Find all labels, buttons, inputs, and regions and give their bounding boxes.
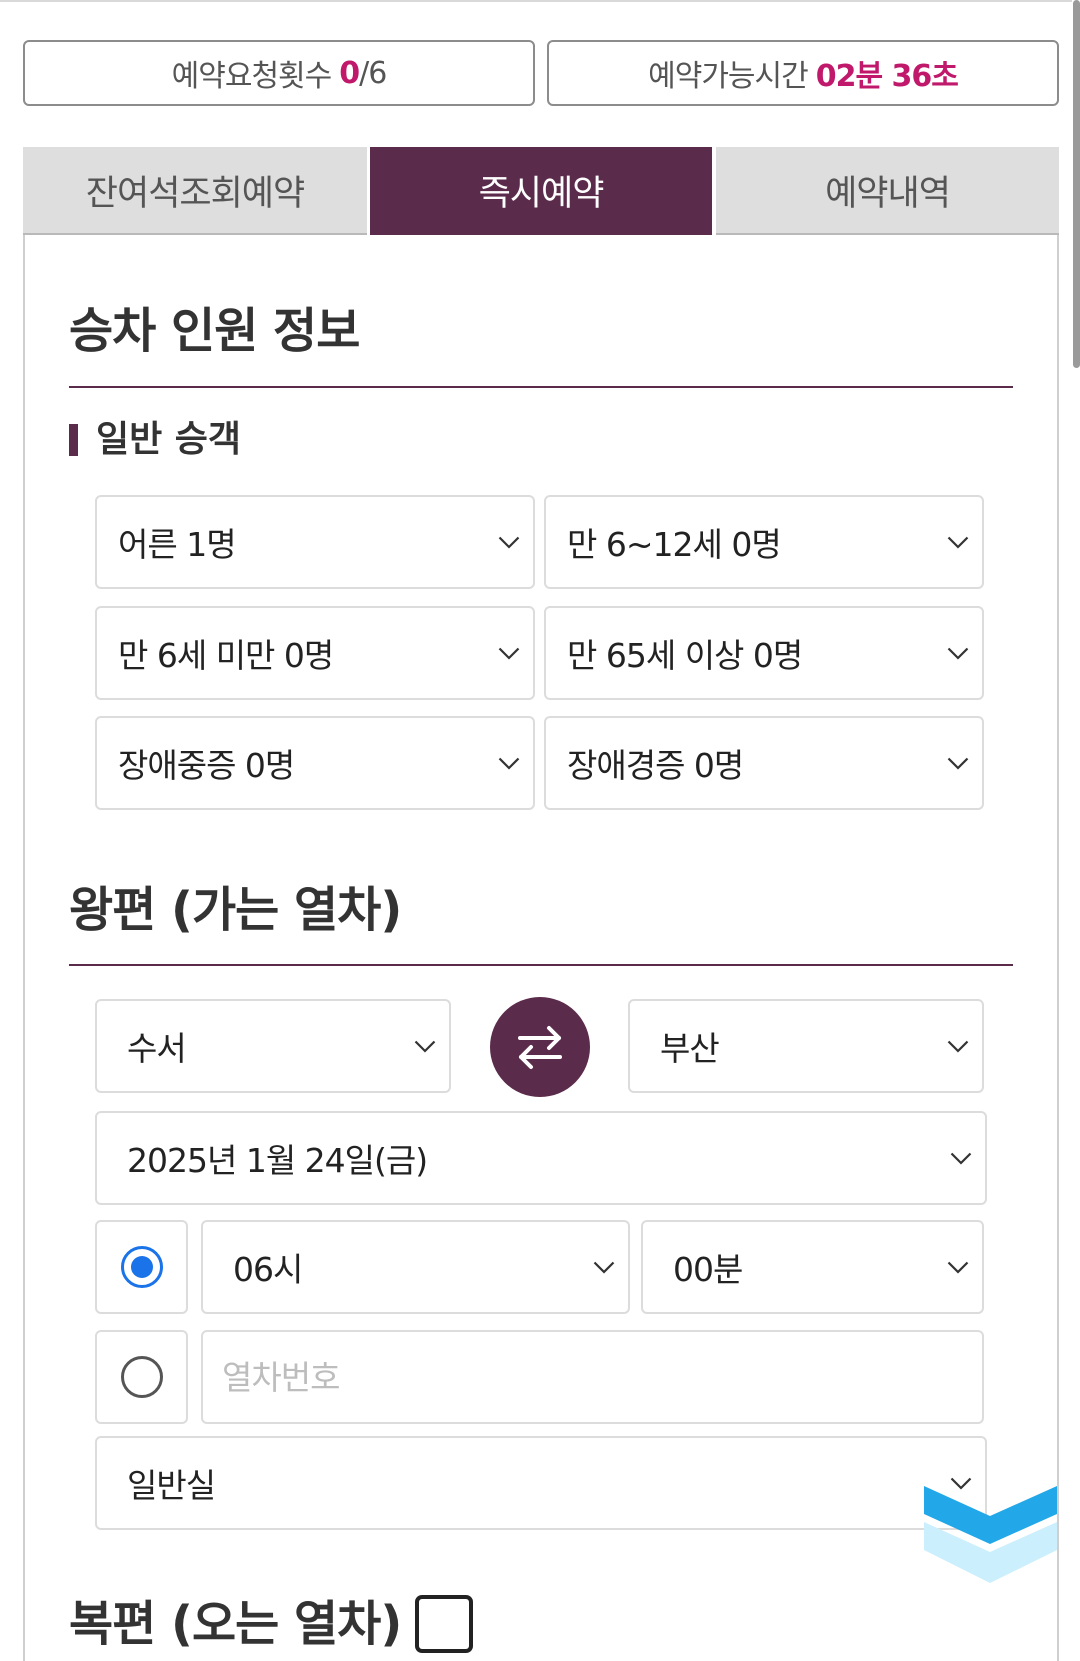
request-count-label: 예약요청횟수 — [171, 59, 333, 94]
chevron-down-icon — [498, 536, 520, 549]
search-by-time-radio[interactable] — [120, 1246, 163, 1288]
chevron-down-icon — [947, 757, 969, 770]
swap-arrows-icon — [514, 1023, 566, 1071]
outbound-section-title: 왕편 (가는 열차) — [69, 882, 402, 938]
adult-count-select[interactable]: 어른 1명 — [95, 495, 535, 589]
child-under-6-count-value: 만 6세 미만 0명 — [118, 636, 334, 675]
remaining-time-box: 예약가능시간 02분 36초 — [547, 40, 1059, 106]
passenger-section-title: 승차 인원 정보 — [69, 303, 360, 359]
departure-hour-select[interactable]: 06시 — [201, 1220, 630, 1314]
search-by-time-radio-box[interactable] — [95, 1220, 188, 1314]
remaining-time-value: 02분 36초 — [815, 59, 959, 94]
child-6-12-count-value: 만 6~12세 0명 — [567, 525, 782, 564]
subsection-marker — [69, 424, 78, 456]
request-count-box: 예약요청횟수 0 /6 — [23, 40, 535, 106]
page-scrollbar[interactable] — [1073, 0, 1080, 368]
chevron-down-icon — [947, 1261, 969, 1274]
seat-class-select[interactable]: 일반실 — [95, 1436, 987, 1530]
child-under-6-count-select[interactable]: 만 6세 미만 0명 — [95, 606, 535, 700]
remaining-time-label: 예약가능시간 — [648, 59, 809, 94]
arrival-station-value: 부산 — [660, 1029, 720, 1068]
chevron-down-icon — [498, 757, 520, 770]
departure-hour-value: 06시 — [233, 1250, 303, 1289]
return-section-title: 복편 (오는 열차) — [69, 1596, 402, 1652]
train-number-input[interactable] — [201, 1330, 984, 1424]
search-by-train-number-radio-box[interactable] — [95, 1330, 188, 1424]
mild-disability-count-value: 장애경증 0명 — [567, 746, 744, 785]
swap-stations-button[interactable] — [490, 997, 590, 1097]
return-trip-checkbox[interactable] — [415, 1595, 474, 1653]
chevron-down-icon — [950, 1152, 972, 1165]
return-trip-header: 복편 (오는 열차) — [69, 1593, 474, 1655]
departure-station-value: 수서 — [127, 1029, 187, 1068]
chevron-down-icon — [947, 1040, 969, 1053]
child-6-12-count-select[interactable]: 만 6~12세 0명 — [544, 495, 984, 589]
tab-reservation-history[interactable]: 예약내역 — [716, 147, 1059, 235]
adult-count-value: 어른 1명 — [118, 525, 237, 564]
departure-date-select[interactable]: 2025년 1월 24일(금) — [95, 1111, 987, 1205]
chevron-down-icon — [414, 1040, 436, 1053]
double-chevron-down-icon[interactable] — [924, 1486, 1057, 1583]
general-passenger-label: 일반 승객 — [96, 419, 242, 460]
chevron-down-icon — [498, 647, 520, 660]
mild-disability-count-select[interactable]: 장애경증 0명 — [544, 716, 984, 810]
departure-date-value: 2025년 1월 24일(금) — [127, 1141, 428, 1180]
chevron-down-icon — [947, 647, 969, 660]
passenger-section-rule — [69, 386, 1013, 388]
departure-minute-value: 00분 — [673, 1250, 743, 1289]
search-by-train-number-radio[interactable] — [120, 1356, 163, 1398]
senior-65-count-value: 만 65세 이상 0명 — [567, 636, 803, 675]
outbound-section-rule — [69, 964, 1013, 966]
departure-station-select[interactable]: 수서 — [95, 999, 451, 1093]
arrival-station-select[interactable]: 부산 — [628, 999, 984, 1093]
senior-65-count-select[interactable]: 만 65세 이상 0명 — [544, 606, 984, 700]
top-divider — [0, 0, 1072, 2]
departure-minute-select[interactable]: 00분 — [641, 1220, 984, 1314]
chevron-down-icon — [947, 536, 969, 549]
request-count-max: /6 — [359, 55, 387, 91]
tab-seat-inquiry[interactable]: 잔여석조회예약 — [23, 147, 367, 235]
tab-instant-reservation[interactable]: 즉시예약 — [370, 147, 712, 235]
seat-class-value: 일반실 — [127, 1466, 216, 1505]
chevron-down-icon — [593, 1261, 615, 1274]
severe-disability-count-select[interactable]: 장애중증 0명 — [95, 716, 535, 810]
severe-disability-count-value: 장애중증 0명 — [118, 746, 295, 785]
request-count-used: 0 — [339, 55, 360, 91]
